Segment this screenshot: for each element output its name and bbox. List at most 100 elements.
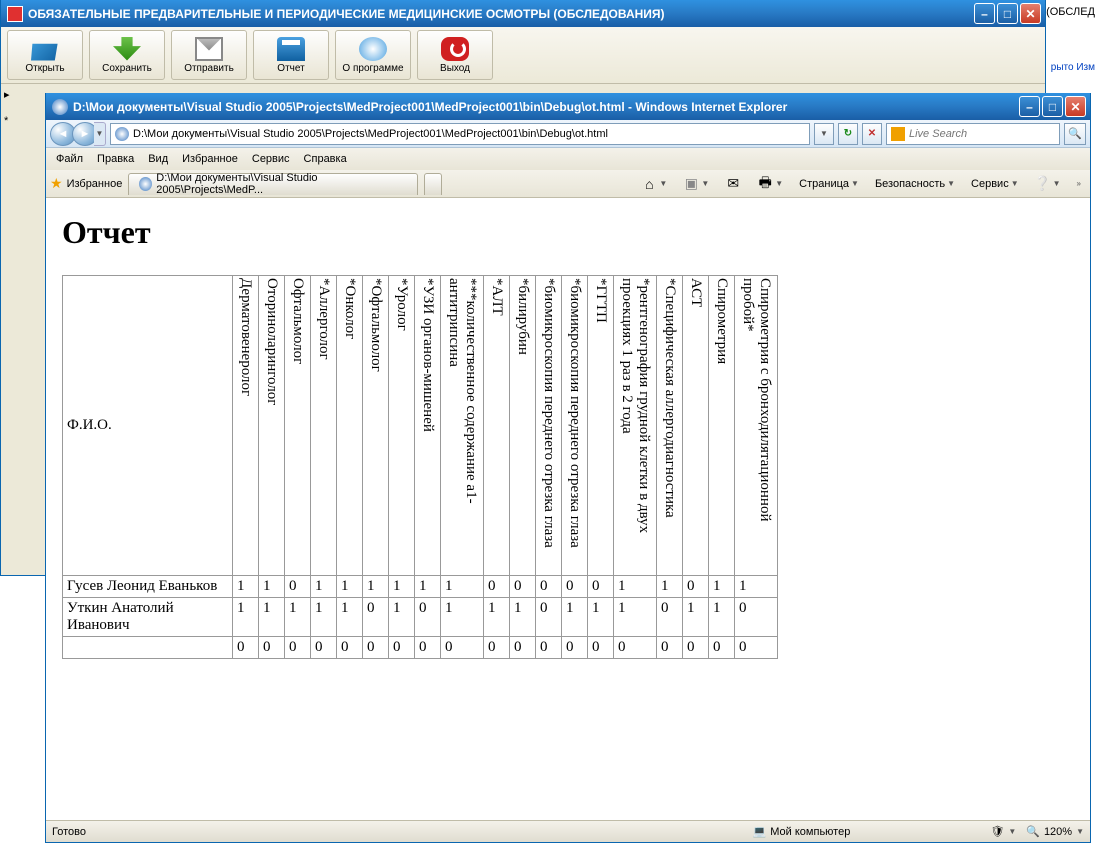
fio-header: Ф.И.О. [63,276,233,576]
menu-help[interactable]: Справка [304,153,347,165]
value-cell: 0 [562,576,588,598]
ie-titlebar[interactable]: D:\Мои документы\Visual Studio 2005\Proj… [46,93,1090,120]
ie-content[interactable]: Отчет Ф.И.О.ДерматовенерологОториноларин… [46,198,1090,820]
main-title: ОБЯЗАТЕЛЬНЫЕ ПРЕДВАРИТЕЛЬНЫЕ И ПЕРИОДИЧЕ… [28,7,974,21]
security-zone[interactable]: 💻 Мой компьютер [753,825,851,838]
zone-label: Мой компьютер [770,826,850,838]
exit-button[interactable]: Выход [417,30,493,80]
save-button[interactable]: Сохранить [89,30,165,80]
report-label: Отчет [277,63,304,74]
value-cell: 0 [363,637,389,659]
column-header: Оториноларинголог [259,276,285,576]
shield-icon: 🛡 [990,825,1004,838]
ie-close-button[interactable]: ✕ [1065,96,1086,117]
column-header: Спирометрия с бронходилятационной пробой… [735,276,778,576]
value-cell: 0 [484,576,510,598]
search-input[interactable] [909,128,1055,140]
value-cell: 0 [536,637,562,659]
zoom-control[interactable]: 🔍 120% ▼ [1026,825,1084,838]
menu-favorites[interactable]: Избранное [182,153,238,165]
read-mail-button[interactable]: ✉ [720,173,746,195]
ie-address-bar: ◄ ► ▼ ▼ ↻ ✕ 🔍 [46,120,1090,148]
value-cell: 1 [311,598,337,637]
value-cell: 1 [337,598,363,637]
favorites-button[interactable]: ★ Избранное [50,175,122,192]
safety-menu-button[interactable]: Безопасность ▼ [870,173,960,195]
home-button[interactable]: ⌂▼ [636,173,672,195]
address-dropdown[interactable]: ▼ [814,123,834,145]
open-button[interactable]: Открыть [7,30,83,80]
column-header: *Офтальмолог [363,276,389,576]
feeds-button[interactable]: ▣▼ [678,173,714,195]
ie-maximize-button[interactable]: □ [1042,96,1063,117]
column-header: *АЛТ [484,276,510,576]
value-cell: 0 [484,637,510,659]
app-icon [7,6,23,22]
protected-mode-button[interactable]: 🛡▼ [990,825,1016,838]
new-tab-button[interactable] [424,173,442,195]
help-button[interactable]: ❔▼ [1030,173,1066,195]
table-row: Гусев Леонид Еваньков1101111110000011011 [63,576,778,598]
ie-window: D:\Мои документы\Visual Studio 2005\Proj… [45,93,1091,843]
column-header: *билирубин [510,276,536,576]
ie-icon [52,99,68,115]
main-titlebar[interactable]: ОБЯЗАТЕЛЬНЫЕ ПРЕДВАРИТЕЛЬНЫЕ И ПЕРИОДИЧЕ… [1,0,1045,27]
help-icon: ❔ [1035,176,1051,192]
address-input[interactable] [133,128,805,140]
value-cell: 0 [415,637,441,659]
column-header: Спирометрия [709,276,735,576]
value-cell: 0 [683,637,709,659]
menu-view[interactable]: Вид [148,153,168,165]
column-header: *рентгенография грудной клетки в двух пр… [614,276,657,576]
more-button[interactable]: » [1072,173,1086,195]
value-cell: 0 [363,598,389,637]
refresh-button[interactable]: ↻ [838,123,858,145]
value-cell: 0 [657,637,683,659]
address-box[interactable] [110,123,810,145]
new-row-indicator: * [4,115,10,127]
value-cell: 1 [415,576,441,598]
page-menu-button[interactable]: Страница ▼ [794,173,864,195]
browser-tab[interactable]: D:\Мои документы\Visual Studio 2005\Proj… [128,173,418,195]
tools-menu-button[interactable]: Сервис ▼ [966,173,1024,195]
search-go-button[interactable]: 🔍 [1064,123,1086,145]
nav-history-dropdown[interactable]: ▼ [94,122,106,146]
value-cell: 0 [285,576,311,598]
search-box[interactable] [886,123,1060,145]
about-icon [359,37,387,61]
value-cell: 0 [562,637,588,659]
report-heading: Отчет [62,214,1074,251]
menu-file[interactable]: Файл [56,153,83,165]
column-header: АСТ [683,276,709,576]
stop-button[interactable]: ✕ [862,123,882,145]
about-button[interactable]: О программе [335,30,411,80]
printer-icon: 🖶 [757,176,773,192]
folder-open-icon [31,37,59,61]
value-cell: 1 [735,576,778,598]
tab-page-icon [139,177,152,191]
value-cell: 1 [389,598,415,637]
maximize-button[interactable]: □ [997,3,1018,24]
value-cell: 1 [709,576,735,598]
value-cell: 0 [536,576,562,598]
safety-menu-label: Безопасность [875,178,945,190]
column-header: Дерматовенеролог [233,276,259,576]
close-button[interactable]: ✕ [1020,3,1041,24]
value-cell: 1 [562,598,588,637]
value-cell: 0 [614,637,657,659]
menu-service[interactable]: Сервис [252,153,290,165]
ie-title: D:\Мои документы\Visual Studio 2005\Proj… [73,100,1019,114]
minimize-button[interactable]: – [974,3,995,24]
print-button[interactable]: 🖶▼ [752,173,788,195]
report-button[interactable]: Отчет [253,30,329,80]
ie-minimize-button[interactable]: – [1019,96,1040,117]
value-cell: 0 [441,637,484,659]
value-cell: 0 [415,598,441,637]
column-header: *Уролог [389,276,415,576]
report-table: Ф.И.О.ДерматовенерологОториноларингологО… [62,275,778,659]
zoom-icon: 🔍 [1026,825,1040,838]
menu-edit[interactable]: Правка [97,153,134,165]
nav-buttons: ◄ ► ▼ [50,122,106,146]
send-button[interactable]: Отправить [171,30,247,80]
value-cell: 1 [657,576,683,598]
